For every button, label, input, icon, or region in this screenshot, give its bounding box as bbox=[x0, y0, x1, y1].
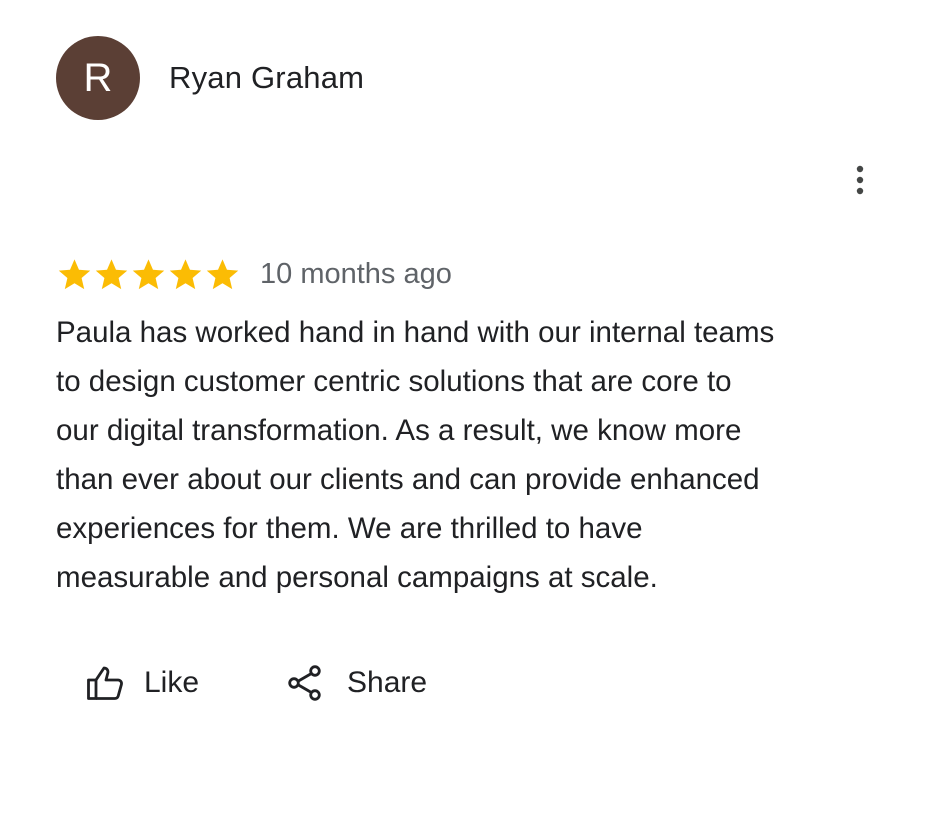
share-icon bbox=[288, 665, 321, 701]
star-icon bbox=[169, 258, 202, 289]
more-options-button[interactable] bbox=[840, 160, 880, 200]
star-icon bbox=[95, 258, 128, 289]
avatar-initial: R bbox=[83, 55, 113, 100]
rating-row: 10 months ago bbox=[56, 252, 452, 296]
share-button[interactable]: Share bbox=[287, 664, 427, 702]
more-vert-icon bbox=[856, 165, 864, 195]
avatar[interactable]: R bbox=[56, 36, 140, 120]
star-icon bbox=[132, 258, 165, 289]
star-rating bbox=[56, 256, 241, 293]
like-button[interactable]: Like bbox=[86, 665, 199, 701]
review-header: R Ryan Graham bbox=[56, 36, 364, 120]
star-icon bbox=[58, 258, 91, 289]
like-label: Like bbox=[144, 666, 200, 699]
review-age: 10 months ago bbox=[260, 257, 452, 290]
star-icon bbox=[206, 258, 239, 289]
review-text: Paula has worked hand in hand with our i… bbox=[56, 316, 775, 594]
review-actions: Like Share bbox=[86, 664, 427, 702]
share-label: Share bbox=[347, 666, 428, 699]
thumb-up-icon bbox=[87, 666, 123, 700]
author-name[interactable]: Ryan Graham bbox=[169, 60, 364, 96]
